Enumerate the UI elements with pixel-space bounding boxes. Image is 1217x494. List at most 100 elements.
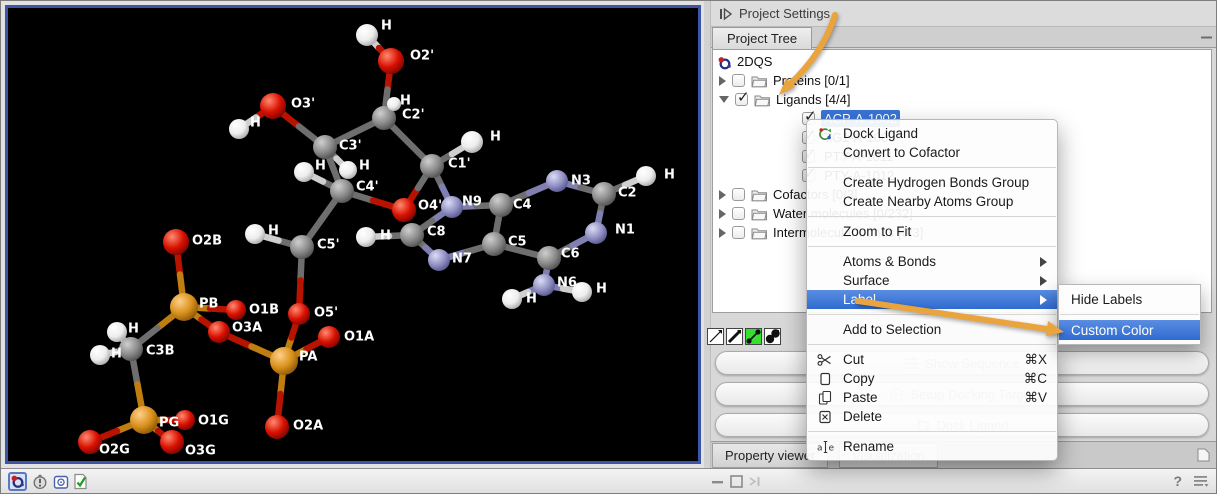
- tab-project-tree[interactable]: Project Tree: [712, 27, 812, 49]
- menu-item-cut[interactable]: Cut⌘X: [807, 350, 1057, 369]
- atom-H-C4pb[interactable]: [294, 162, 314, 182]
- menu-item-atoms-bonds[interactable]: Atoms & Bonds: [807, 252, 1057, 271]
- menu-item-delete[interactable]: Delete: [807, 407, 1057, 426]
- atom-C8[interactable]: [400, 223, 424, 247]
- atom-H-C8[interactable]: [356, 227, 376, 247]
- disclosure-right-icon[interactable]: [719, 76, 726, 86]
- scissors-icon: [817, 352, 843, 368]
- context-menu: Dock Ligand Convert to Cofactor Create Hyd…: [806, 119, 1058, 461]
- atom-PA[interactable]: [270, 347, 298, 375]
- atom-C4[interactable]: [489, 193, 513, 217]
- menu-item-surface[interactable]: Surface: [807, 271, 1057, 290]
- atom-O2A[interactable]: [265, 415, 289, 439]
- menu-item-hide-labels[interactable]: Hide Labels: [1059, 289, 1200, 309]
- paste-icon: [817, 390, 843, 406]
- atom-O1B[interactable]: [226, 300, 246, 320]
- atom-H-O3p[interactable]: [229, 119, 249, 139]
- atom-label-PG: PG: [159, 416, 179, 431]
- atom-PB[interactable]: [170, 293, 198, 321]
- at-box-button[interactable]: [51, 472, 70, 491]
- list-menu-icon[interactable]: [1191, 472, 1210, 491]
- atom-O3G[interactable]: [160, 430, 184, 454]
- menu-item-create-nearby-atoms-group[interactable]: Create Nearby Atoms Group: [807, 192, 1057, 211]
- help-icon[interactable]: ?: [1173, 473, 1182, 489]
- disclosure-right-icon[interactable]: [719, 209, 726, 219]
- folder-icon: [751, 74, 768, 88]
- tree-checkbox[interactable]: [735, 93, 748, 106]
- panel-expand-icon[interactable]: [718, 6, 734, 22]
- disclosure-down-icon[interactable]: [719, 96, 729, 103]
- tree-checkbox[interactable]: [732, 188, 745, 201]
- atom-O5p[interactable]: [288, 303, 310, 325]
- menu-item-dock-ligand[interactable]: Dock Ligand: [807, 124, 1057, 143]
- menu-item-paste[interactable]: Paste⌘V: [807, 388, 1057, 407]
- atom-C6[interactable]: [537, 246, 561, 270]
- atom-H-C2[interactable]: [636, 166, 656, 186]
- atom-H-N6a[interactable]: [502, 289, 522, 309]
- menu-item-zoom-to-fit[interactable]: Zoom to Fit: [807, 222, 1057, 241]
- style-button-ball-and-stick[interactable]: [745, 328, 762, 345]
- window-icon[interactable]: [727, 472, 746, 491]
- atom-N3[interactable]: [546, 170, 568, 192]
- atom-C5p[interactable]: [290, 235, 314, 259]
- atom-H-C3Bb[interactable]: [90, 345, 110, 365]
- disclosure-right-icon[interactable]: [719, 228, 726, 238]
- style-button-licorice[interactable]: [726, 328, 743, 345]
- menu-item-label: Dock Ligand: [843, 126, 918, 141]
- atom-H-C3Ba[interactable]: [107, 322, 127, 342]
- document-check-button[interactable]: [71, 472, 90, 491]
- atom-O1A[interactable]: [318, 326, 340, 348]
- atom-label-PB: PB: [199, 297, 218, 312]
- document-icon[interactable]: [1197, 448, 1210, 462]
- tree-item-2dqs[interactable]: 2DQS: [717, 52, 775, 71]
- panel-splitter[interactable]: [704, 1, 711, 468]
- atom-label-C1p: C1': [448, 157, 471, 172]
- menu-item-create-hydrogen-bonds-group[interactable]: Create Hydrogen Bonds Group: [807, 173, 1057, 192]
- atom-H-C5p[interactable]: [245, 224, 265, 244]
- atom-H-O2p[interactable]: [356, 24, 378, 46]
- atom-H-C2p[interactable]: [387, 97, 401, 111]
- atom-N9[interactable]: [441, 196, 463, 218]
- atom-label-H-N6a: H: [526, 292, 537, 307]
- minus-icon[interactable]: [708, 472, 727, 491]
- atom-O2B[interactable]: [163, 229, 189, 255]
- tree-item-ligands-4-4-[interactable]: Ligands [4/4]: [719, 90, 853, 109]
- style-button-spacefill[interactable]: [764, 328, 781, 345]
- atom-C1p[interactable]: [420, 154, 444, 178]
- menu-item-custom-color[interactable]: Custom Color: [1059, 320, 1200, 340]
- disclosure-right-icon[interactable]: [719, 190, 726, 200]
- detach-icon[interactable]: [745, 472, 764, 491]
- atom-label-C2: C2: [618, 186, 637, 201]
- atom-C2[interactable]: [592, 182, 616, 206]
- atom-O4p[interactable]: [392, 198, 416, 222]
- viewport-3d[interactable]: HO2'C2'HO3'HC3'HHC4'O4'C1'HC5'HHN9C8N7C4…: [5, 5, 701, 464]
- atom-O3p[interactable]: [260, 93, 286, 119]
- atom-PG[interactable]: [130, 406, 158, 434]
- collapse-panel-icon[interactable]: [1201, 33, 1212, 42]
- tree-item-label: Ligands [4/4]: [773, 91, 853, 108]
- clock-warning-button[interactable]: [30, 472, 49, 491]
- atom-C4p[interactable]: [330, 179, 354, 203]
- molecule-icon-button[interactable]: [8, 472, 27, 491]
- atom-N7[interactable]: [428, 249, 450, 271]
- atom-C3p[interactable]: [313, 135, 337, 159]
- menu-item-rename[interactable]: aeRename: [807, 437, 1057, 456]
- menu-item-label[interactable]: Label: [807, 290, 1057, 309]
- menu-item-copy[interactable]: Copy⌘C: [807, 369, 1057, 388]
- atom-O3A[interactable]: [208, 321, 230, 343]
- atom-label-C8: C8: [427, 225, 446, 240]
- tree-checkbox[interactable]: [732, 226, 745, 239]
- style-button-wireframe[interactable]: [707, 328, 724, 345]
- atom-H-C1p[interactable]: [461, 131, 483, 153]
- atom-C5[interactable]: [482, 232, 506, 256]
- atom-O2p[interactable]: [378, 48, 404, 74]
- menu-item-convert-to-cofactor[interactable]: Convert to Cofactor: [807, 143, 1057, 162]
- atom-N1[interactable]: [585, 222, 607, 244]
- menu-item-add-to-selection[interactable]: Add to Selection: [807, 320, 1057, 339]
- tree-checkbox[interactable]: [732, 207, 745, 220]
- at-box-icon: [53, 474, 69, 490]
- atom-C3B[interactable]: [119, 337, 143, 361]
- atom-H-C3p[interactable]: [339, 161, 357, 179]
- molecule-3d-view[interactable]: HO2'C2'HO3'HC3'HHC4'O4'C1'HC5'HHN9C8N7C4…: [5, 5, 701, 464]
- tree-checkbox[interactable]: [732, 74, 745, 87]
